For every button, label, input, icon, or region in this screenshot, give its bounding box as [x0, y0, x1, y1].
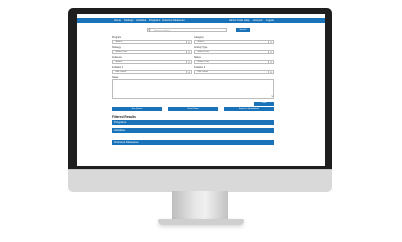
export-button[interactable]: Export to Spreadsheet [224, 107, 274, 111]
filter-audience: Audience -Select- ▾ [112, 56, 192, 65]
monitor-stand-base [158, 219, 244, 225]
select-value: -Select One- [115, 50, 128, 53]
audience-select[interactable]: -Select- ▾ [112, 59, 192, 65]
nav-item-admin-tools[interactable]: Admin Tools [229, 18, 243, 23]
select-value: -Select- [115, 40, 123, 43]
select-value: -Not Listed- [115, 70, 127, 73]
filter-indicator-1: Indicator 1 -Not Listed- ▾ [112, 66, 192, 75]
nav-item-outcome-measures[interactable]: Outcome Measures [162, 18, 185, 23]
chevron-down-icon: ▾ [186, 50, 191, 55]
filter-status: Status -Select One- ▾ [194, 56, 274, 65]
select-value: -Select- [115, 60, 123, 63]
category-select[interactable]: -Select- ▾ [194, 39, 274, 45]
status-select[interactable]: -Select One- ▾ [194, 59, 274, 65]
indicator-2-select[interactable]: -Not Listed- ▾ [194, 69, 274, 75]
filter-activity-type: Activity Type -Select One- ▾ [194, 46, 274, 55]
nav-item-home[interactable]: Home [114, 18, 121, 23]
filter-strategy: Strategy -Select One- ▾ [112, 46, 192, 55]
resize-handle-icon[interactable]: ⇲ [271, 95, 273, 98]
select-value: -Not Listed- [197, 70, 209, 73]
chevron-down-icon: ▾ [186, 60, 191, 65]
filter-indicator-2: Indicator 2 -Not Listed- ▾ [194, 66, 274, 75]
section-activities[interactable]: Activities [112, 128, 274, 133]
search-icon[interactable]: ⚲ [147, 28, 152, 32]
activity-type-select[interactable]: -Select One- ▾ [194, 49, 274, 55]
nav-item-help[interactable]: Help [244, 18, 249, 23]
reset-filters-button[interactable]: Reset Filters [168, 107, 218, 111]
section-programs[interactable]: Programs [112, 120, 274, 125]
chevron-down-icon: ▾ [186, 40, 191, 45]
filter-program: Program -Select- ▾ [112, 36, 192, 45]
clear-button[interactable]: Clear [254, 102, 274, 106]
section-outcome-measures[interactable]: Outcome Measures [112, 140, 274, 145]
chevron-down-icon: ▾ [268, 40, 273, 45]
results-heading: Filtered Results [112, 115, 136, 119]
chevron-down-icon: ▾ [186, 70, 191, 75]
nav-item-settings[interactable]: Settings [124, 18, 133, 23]
nav-item-account[interactable]: Account [253, 18, 262, 23]
nav-item-programs[interactable]: Programs [149, 18, 160, 23]
monitor-chin [68, 169, 332, 192]
select-value: -Select- [197, 40, 205, 43]
search-input[interactable]: Search activities [147, 28, 227, 32]
search-button[interactable]: Search [236, 28, 250, 32]
filter-category: Category -Select- ▾ [194, 36, 274, 45]
run-search-button[interactable]: Run Search [112, 107, 162, 111]
search-row: Search activities ⚲ Search [77, 27, 325, 33]
indicator-1-select[interactable]: -Not Listed- ▾ [112, 69, 192, 75]
top-navigation-bar: Home Settings Activities Programs Outcom… [77, 18, 325, 23]
screen: Home Settings Activities Programs Outcom… [77, 14, 325, 166]
chevron-down-icon: ▾ [268, 60, 273, 65]
select-value: -Select One- [197, 60, 210, 63]
select-value: -Select One- [197, 50, 210, 53]
chevron-down-icon: ▾ [268, 70, 273, 75]
program-select[interactable]: -Select- ▾ [112, 39, 192, 45]
nav-item-activities[interactable]: Activities [136, 18, 146, 23]
chevron-down-icon: ▾ [268, 50, 273, 55]
strategy-select[interactable]: -Select One- ▾ [112, 49, 192, 55]
monitor-stand [172, 191, 228, 221]
notes-textarea[interactable]: ⇲ [112, 79, 274, 99]
nav-item-logout[interactable]: Logout [266, 18, 274, 23]
